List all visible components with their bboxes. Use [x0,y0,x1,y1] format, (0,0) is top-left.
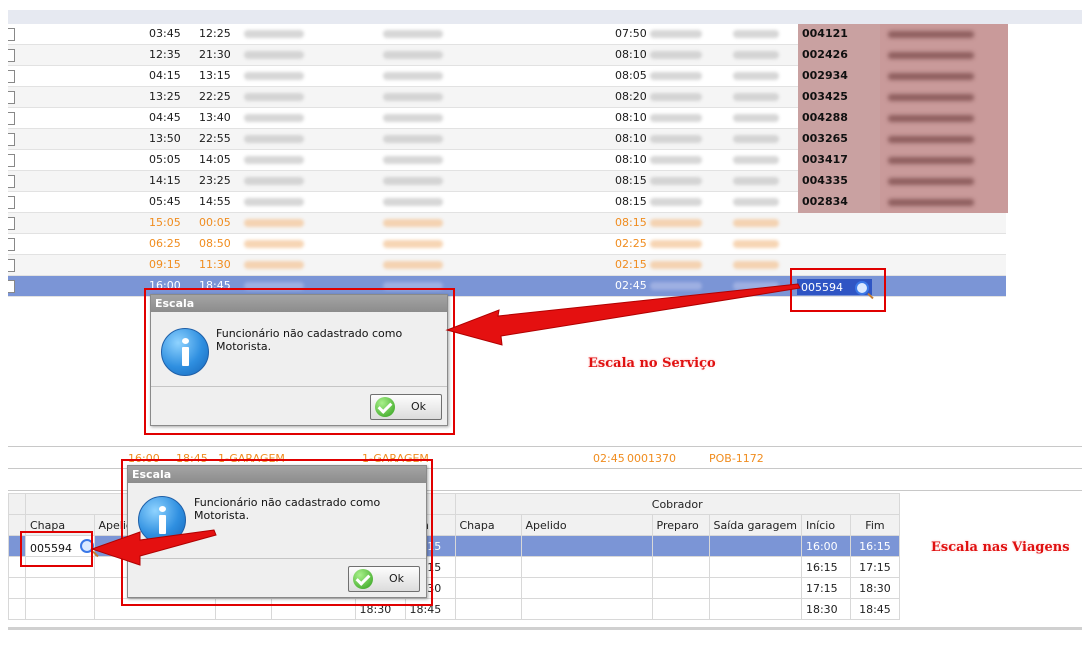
annotation-trips: Escala nas Viagens [931,540,1070,555]
annotation-service: Escala no Serviço [588,356,716,371]
arrow-service [445,283,801,346]
arrow-trips [90,529,217,566]
annotation-arrows [90,283,801,566]
